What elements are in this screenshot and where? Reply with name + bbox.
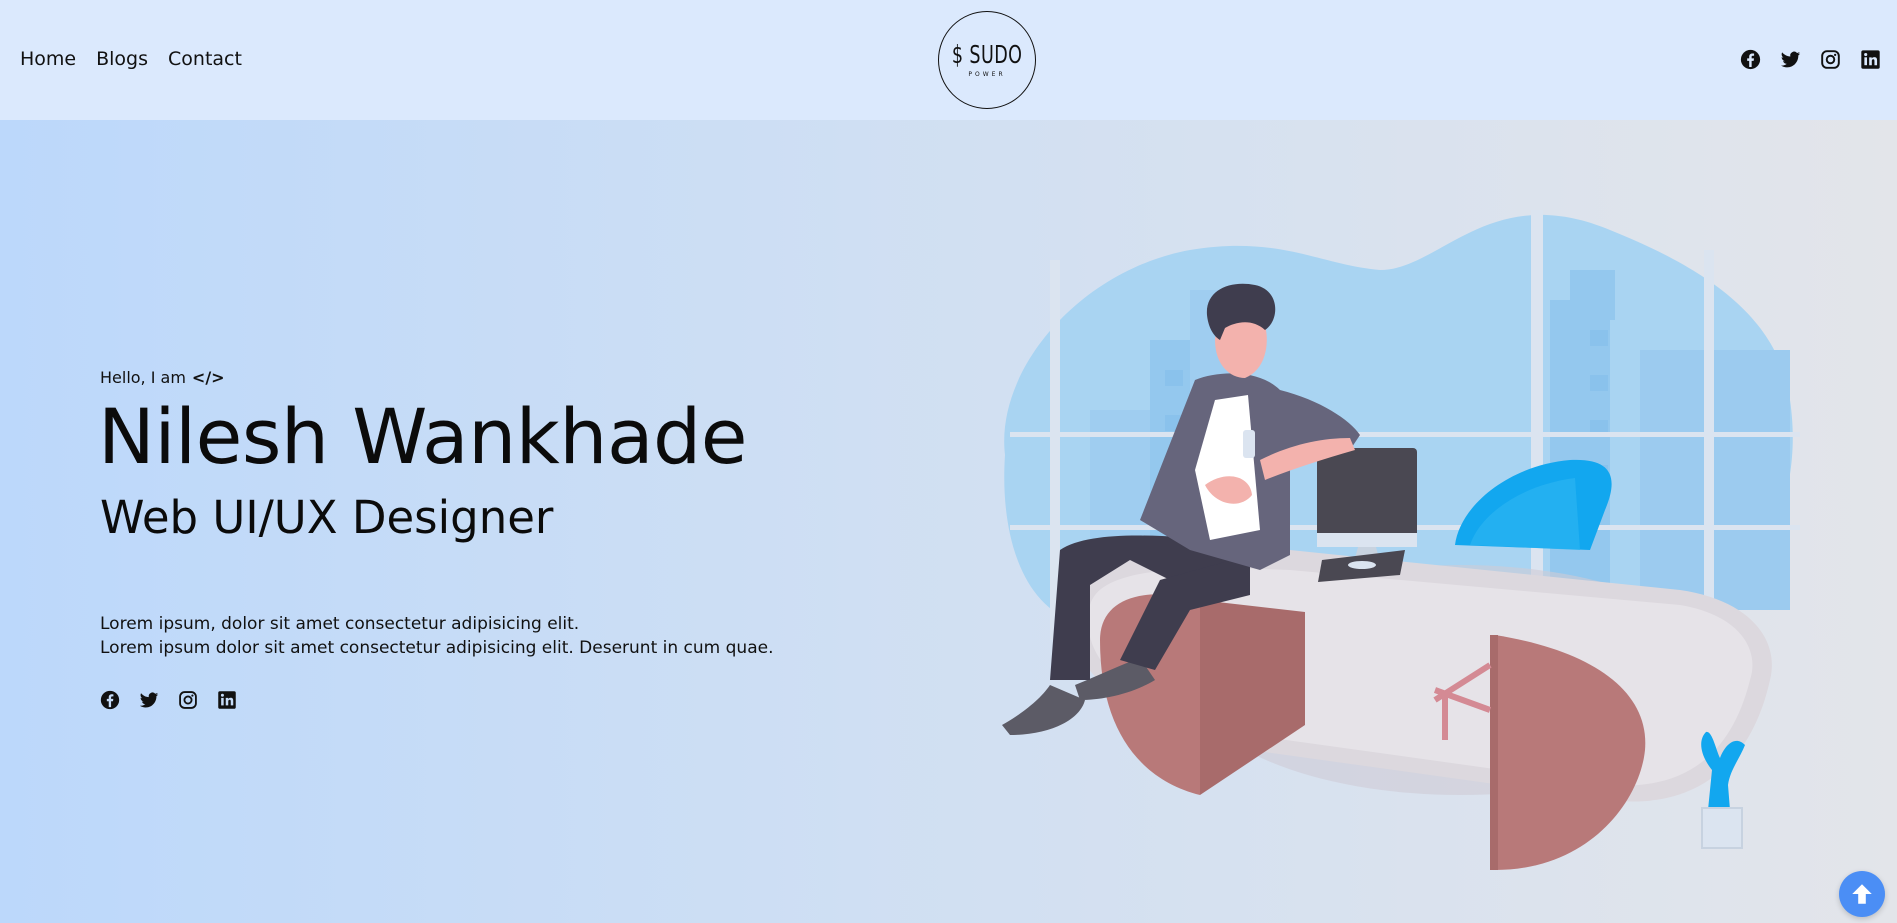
site-logo[interactable]: $ SUDO POWER: [938, 11, 1036, 109]
instagram-icon[interactable]: [1820, 49, 1841, 70]
linkedin-icon[interactable]: [1860, 49, 1881, 70]
twitter-icon[interactable]: [139, 690, 159, 710]
hero-greeting: Hello, I am </>: [100, 368, 225, 387]
code-icon: </>: [191, 368, 225, 387]
logo-text: $ SUDO: [951, 40, 1023, 69]
nav-blogs-link[interactable]: Blogs: [96, 48, 148, 70]
back-to-top-button[interactable]: [1839, 871, 1885, 917]
facebook-icon[interactable]: [1740, 49, 1761, 70]
logo-subtext: POWER: [968, 71, 1006, 78]
linkedin-icon[interactable]: [217, 690, 237, 710]
greeting-text: Hello, I am: [100, 368, 186, 387]
site-header: Home Blogs Contact $ SUDO POWER: [0, 0, 1897, 120]
nav-contact-link[interactable]: Contact: [168, 48, 242, 70]
hero-social-links: [100, 690, 237, 710]
instagram-icon[interactable]: [178, 690, 198, 710]
arrow-up-icon: [1852, 884, 1872, 904]
description-line-1: Lorem ipsum, dolor sit amet consectetur …: [100, 614, 580, 634]
facebook-icon[interactable]: [100, 690, 120, 710]
header-social-links: [1740, 49, 1881, 70]
hero-name: Nilesh Wankhade: [98, 392, 748, 481]
hero-illustration: [1002, 210, 1800, 870]
twitter-icon[interactable]: [1780, 49, 1801, 70]
description-line-2: Lorem ipsum dolor sit amet consectetur a…: [100, 638, 774, 658]
hero-role: Web UI/UX Designer: [100, 491, 554, 544]
hero-description: Lorem ipsum, dolor sit amet consectetur …: [100, 612, 773, 660]
monitor: [1317, 448, 1417, 582]
main-nav: Home Blogs Contact: [20, 48, 242, 70]
nav-home-link[interactable]: Home: [20, 48, 76, 70]
